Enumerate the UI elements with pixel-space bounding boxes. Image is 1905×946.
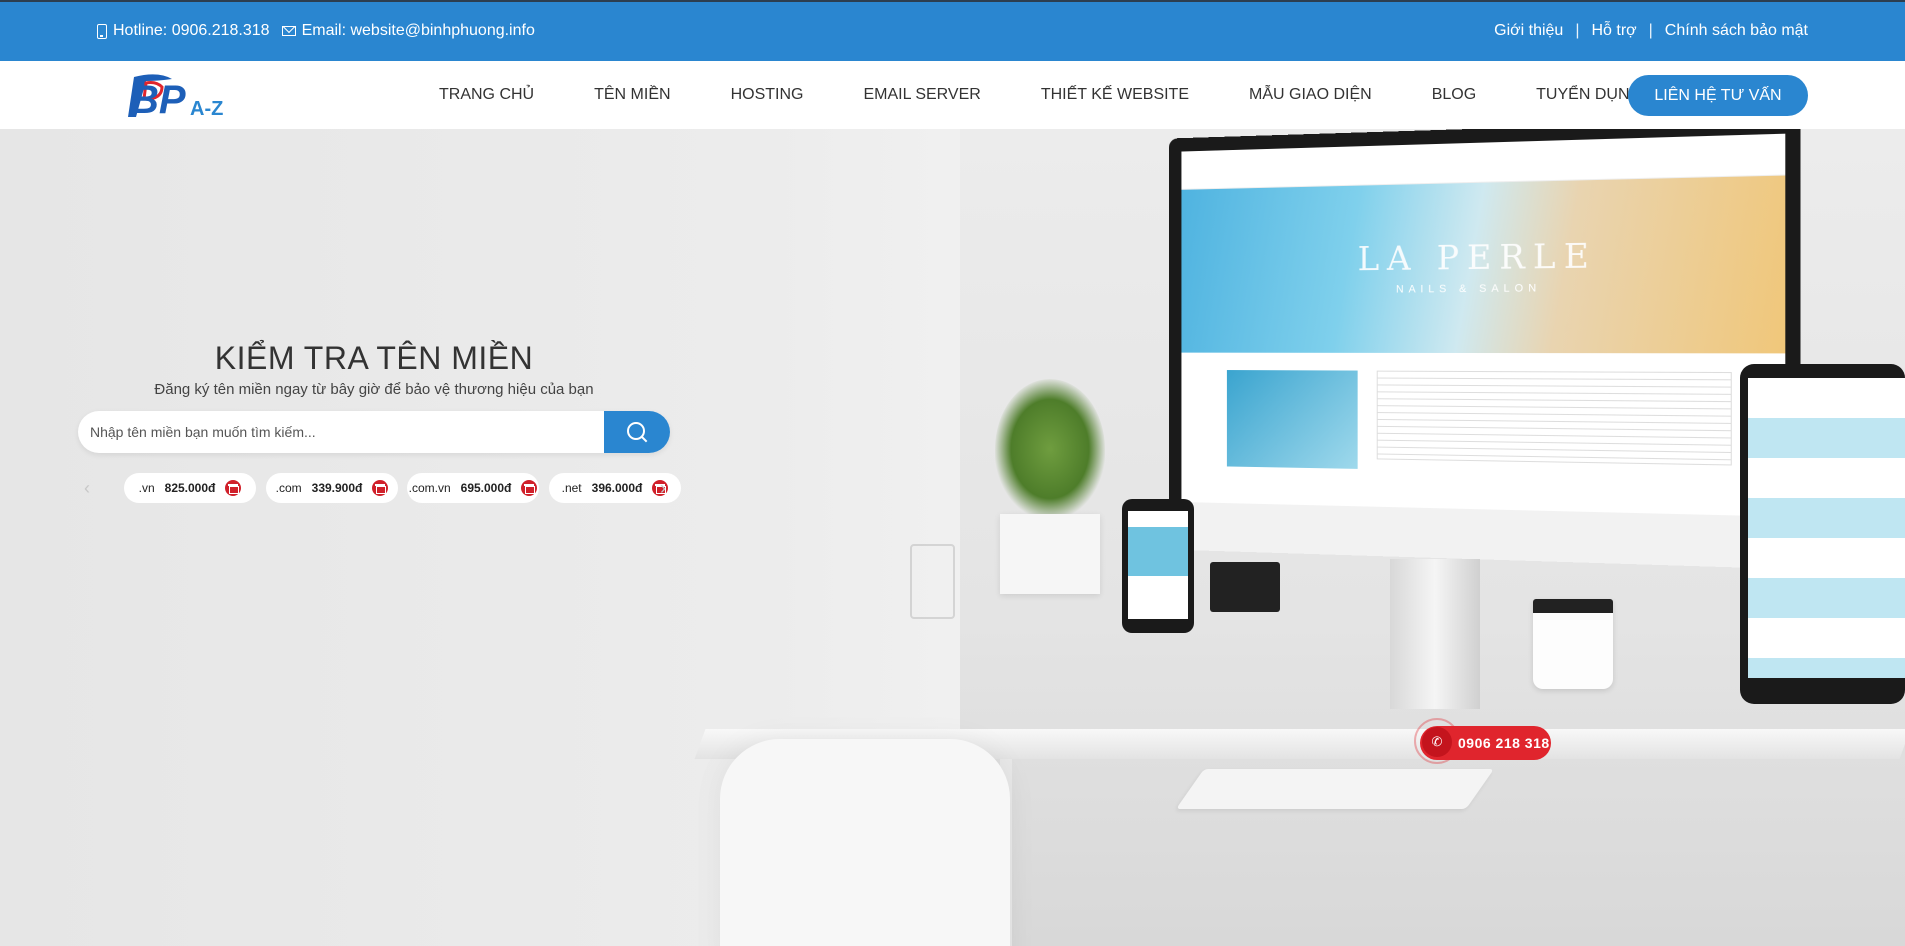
tld-chip-com[interactable]: .com 339.900đ bbox=[266, 473, 398, 503]
speaker-image bbox=[1210, 562, 1280, 612]
main-nav: BP A-Z TRANG CHỦ TÊN MIỀN HOSTING EMAIL … bbox=[0, 61, 1905, 129]
hotline-text[interactable]: Hotline: 0906.218.318 bbox=[113, 22, 270, 40]
chevron-right-icon[interactable]: › bbox=[660, 478, 666, 499]
nav-item-home[interactable]: TRANG CHỦ bbox=[439, 86, 534, 104]
domain-search-input[interactable] bbox=[90, 411, 600, 453]
keyboard-image bbox=[1176, 769, 1494, 809]
nav-item-email-server[interactable]: EMAIL SERVER bbox=[863, 86, 980, 104]
logo-text-main: BP bbox=[130, 78, 186, 119]
gift-icon bbox=[372, 480, 388, 496]
top-links: Giới thiệu | Hỗ trợ | Chính sách bảo mật bbox=[1494, 22, 1808, 40]
mockup-text bbox=[1377, 371, 1732, 466]
tld-ext: .net bbox=[562, 481, 582, 495]
plant-pot-image bbox=[1000, 514, 1100, 594]
mockup-brand: LA PERLE bbox=[1358, 236, 1597, 279]
nav-item-hosting[interactable]: HOSTING bbox=[731, 86, 804, 104]
phone-icon bbox=[97, 24, 107, 39]
top-bar: Hotline: 0906.218.318 Email: website@bin… bbox=[0, 0, 1905, 61]
tld-ext: .vn bbox=[139, 481, 155, 495]
coffee-cup-image bbox=[1533, 599, 1613, 689]
domain-check-title: KIỂM TRA TÊN MIỀN bbox=[78, 340, 670, 377]
search-icon bbox=[627, 422, 647, 442]
logo-text-sub: A-Z bbox=[190, 98, 223, 119]
mail-icon bbox=[282, 26, 296, 36]
tablet-screen bbox=[1748, 378, 1905, 678]
tld-chip-comvn[interactable]: .com.vn 695.000đ bbox=[407, 473, 539, 503]
monitor-stand bbox=[1390, 559, 1480, 709]
search-button[interactable] bbox=[604, 411, 670, 453]
tld-ext: .com.vn bbox=[409, 481, 451, 495]
tablet-mockup bbox=[1740, 364, 1905, 704]
logo-mark: BP A-Z bbox=[128, 73, 258, 119]
link-about[interactable]: Giới thiệu bbox=[1494, 22, 1563, 40]
call-icon[interactable]: ✆ bbox=[1422, 727, 1452, 757]
pencil-cup-image bbox=[910, 544, 955, 619]
tld-price: 695.000đ bbox=[461, 481, 512, 495]
hero-banner: LA PERLE NAILS & SALON bbox=[0, 129, 1905, 946]
nav-item-domain[interactable]: TÊN MIỀN bbox=[594, 86, 670, 104]
nav-item-careers[interactable]: TUYỂN DỤNG bbox=[1536, 86, 1642, 104]
tld-price: 396.000đ bbox=[592, 481, 643, 495]
chevron-left-icon[interactable]: ‹ bbox=[84, 478, 90, 499]
phone-screen bbox=[1128, 511, 1188, 619]
domain-check-subtitle: Đăng ký tên miền ngay từ bây giờ để bảo … bbox=[78, 381, 670, 398]
phone-mockup bbox=[1122, 499, 1194, 633]
call-phone-number: 0906 218 318 bbox=[1458, 735, 1550, 751]
contact-info: Hotline: 0906.218.318 Email: website@bin… bbox=[97, 22, 535, 40]
tld-chip-vn[interactable]: .vn 825.000đ bbox=[124, 473, 256, 503]
tld-price: 825.000đ bbox=[165, 481, 216, 495]
link-privacy[interactable]: Chính sách bảo mật bbox=[1665, 22, 1808, 40]
contact-button[interactable]: LIÊN HỆ TƯ VẤN bbox=[1628, 75, 1808, 116]
plant-image bbox=[995, 379, 1105, 519]
email-text[interactable]: Email: website@binhphuong.info bbox=[302, 22, 535, 40]
mockup-image bbox=[1227, 370, 1358, 469]
gift-icon bbox=[225, 480, 241, 496]
monitor-mockup: LA PERLE NAILS & SALON bbox=[1169, 129, 1801, 569]
site-logo[interactable]: BP A-Z bbox=[128, 73, 258, 119]
monitor-screen: LA PERLE NAILS & SALON bbox=[1181, 134, 1785, 517]
separator: | bbox=[1649, 22, 1653, 40]
link-support[interactable]: Hỗ trợ bbox=[1591, 22, 1636, 40]
mockup-tagline: NAILS & SALON bbox=[1396, 282, 1541, 295]
tld-price-carousel: ‹ .vn 825.000đ .com 339.900đ .com.vn 695… bbox=[82, 473, 670, 503]
mockup-body bbox=[1181, 353, 1785, 496]
separator: | bbox=[1575, 22, 1579, 40]
domain-search-bar bbox=[78, 411, 670, 453]
nav-menu: TRANG CHỦ TÊN MIỀN HOSTING EMAIL SERVER … bbox=[420, 61, 1672, 129]
gift-icon bbox=[521, 480, 537, 496]
nav-item-templates[interactable]: MẪU GIAO DIỆN bbox=[1249, 86, 1372, 104]
mockup-banner: LA PERLE NAILS & SALON bbox=[1181, 176, 1785, 354]
tld-price: 339.900đ bbox=[312, 481, 363, 495]
nav-item-blog[interactable]: BLOG bbox=[1432, 86, 1476, 104]
nav-item-web-design[interactable]: THIẾT KẾ WEBSITE bbox=[1041, 86, 1189, 104]
chair-image bbox=[720, 739, 1010, 946]
tld-ext: .com bbox=[276, 481, 302, 495]
